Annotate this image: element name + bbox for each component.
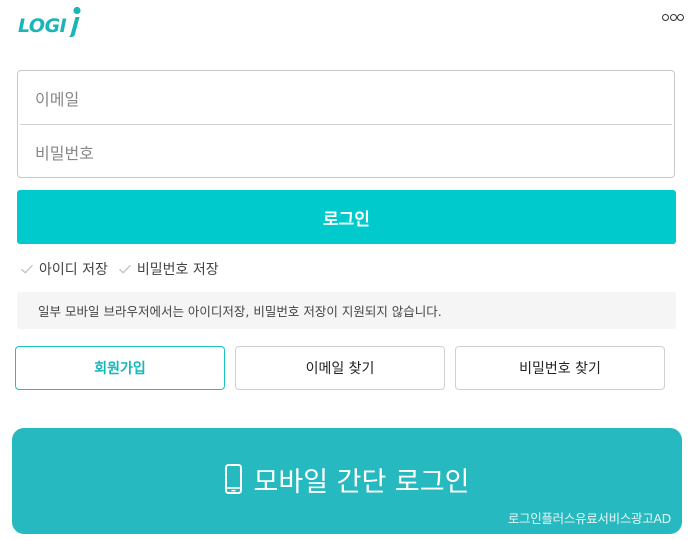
logo-text: LOGI bbox=[18, 15, 67, 37]
save-password-checkbox[interactable]: 비밀번호 저장 bbox=[118, 259, 219, 279]
signup-button[interactable]: 회원가입 bbox=[15, 346, 225, 390]
phone-icon bbox=[224, 464, 242, 494]
logo[interactable]: LOGI bbox=[18, 4, 82, 38]
password-field[interactable]: 비밀번호 bbox=[18, 125, 674, 178]
find-email-button[interactable]: 이메일 찾기 bbox=[235, 346, 445, 390]
dot-icon bbox=[662, 13, 669, 21]
save-id-checkbox[interactable]: 아이디 저장 bbox=[20, 259, 108, 279]
more-options-icon[interactable] bbox=[662, 13, 684, 21]
browser-notice: 일부 모바일 브라우저에서는 아이디저장, 비밀번호 저장이 지원되지 않습니다… bbox=[17, 292, 676, 329]
ad-label: 로그인플러스유료서비스광고AD bbox=[507, 511, 671, 526]
logo-i-mark bbox=[68, 6, 81, 37]
email-field[interactable]: 이메일 bbox=[18, 71, 674, 124]
mobile-login-content: 모바일 간단 로그인 bbox=[12, 458, 682, 500]
dot-icon bbox=[677, 13, 684, 21]
login-input-box: 이메일 비밀번호 bbox=[17, 70, 675, 178]
check-icon bbox=[118, 264, 131, 274]
dot-icon bbox=[669, 13, 677, 21]
check-icon bbox=[21, 264, 34, 274]
save-id-label: 아이디 저장 bbox=[39, 262, 108, 278]
find-password-button[interactable]: 비밀번호 찾기 bbox=[455, 346, 665, 390]
account-actions: 회원가입 이메일 찾기 비밀번호 찾기 bbox=[15, 346, 665, 390]
mobile-login-button[interactable]: 모바일 간단 로그인 로그인플러스유료서비스광고AD bbox=[12, 428, 682, 534]
login-button[interactable]: 로그인 bbox=[17, 190, 676, 244]
mobile-login-label: 모바일 간단 로그인 bbox=[253, 466, 470, 498]
save-password-label: 비밀번호 저장 bbox=[136, 262, 219, 278]
save-options: 아이디 저장 비밀번호 저장 bbox=[20, 258, 229, 280]
